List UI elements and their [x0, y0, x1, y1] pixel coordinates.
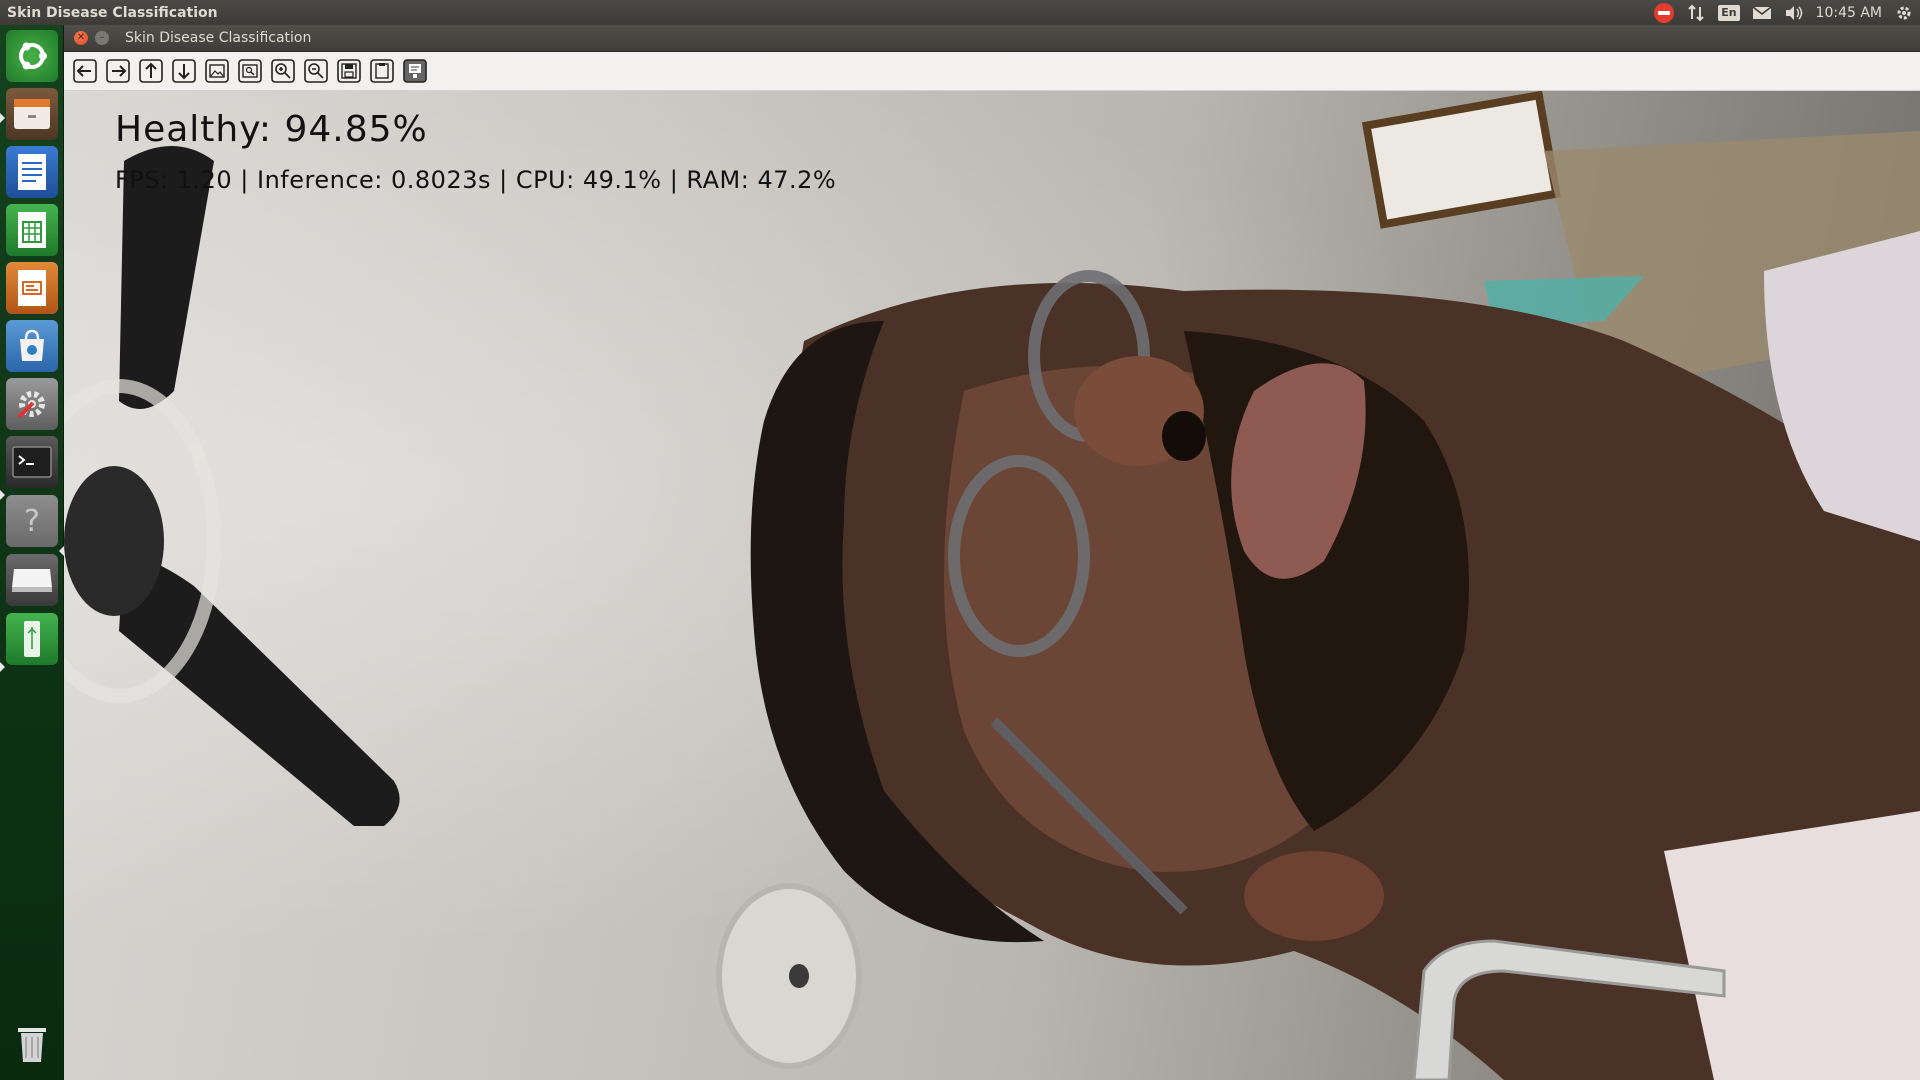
zoom-in-icon[interactable]: [270, 58, 296, 84]
clock[interactable]: 10:45 AM: [1816, 2, 1882, 24]
calc-icon[interactable]: [6, 204, 58, 256]
file-manager-icon[interactable]: [6, 88, 58, 140]
ceiling-rose-center: [789, 964, 809, 988]
properties-icon[interactable]: [402, 58, 428, 84]
minimize-icon: –: [99, 32, 105, 43]
arrow-up-icon[interactable]: [138, 58, 164, 84]
trash-icon[interactable]: [6, 1017, 58, 1069]
launcher: ?: [0, 25, 64, 1080]
top-panel: Skin Disease Classification En 10:45 AM: [0, 0, 1920, 25]
volume-icon[interactable]: [1784, 2, 1804, 24]
zoom-out-icon[interactable]: [303, 58, 329, 84]
camera-photo: [64, 91, 1920, 1080]
arrow-right-icon[interactable]: [105, 58, 131, 84]
stats-label: FPS: 1.20 | Inference: 0.8023s | CPU: 49…: [115, 166, 837, 194]
copy-icon[interactable]: [369, 58, 395, 84]
arrow-left-icon[interactable]: [72, 58, 98, 84]
app-title: Skin Disease Classification: [7, 4, 218, 21]
help-icon[interactable]: ?: [6, 495, 58, 547]
terminal-icon[interactable]: [6, 436, 58, 488]
image-icon[interactable]: [204, 58, 230, 84]
no-entry-icon[interactable]: [1654, 2, 1675, 24]
svg-text:?: ?: [24, 504, 40, 539]
image-zoom-icon[interactable]: [237, 58, 263, 84]
keyboard-layout-label: En: [1718, 4, 1740, 21]
close-icon: ✕: [76, 32, 86, 43]
fan-hub: [64, 466, 164, 616]
toolbar: [64, 52, 1920, 91]
keyboard-layout-icon[interactable]: En: [1718, 2, 1740, 24]
network-arrows-icon[interactable]: [1686, 2, 1706, 24]
minimize-button[interactable]: –: [95, 31, 109, 45]
ear: [1244, 851, 1384, 941]
arrow-down-icon[interactable]: [171, 58, 197, 84]
ubuntu-dash-icon[interactable]: [6, 30, 58, 82]
camera-frame: Healthy: 94.85% FPS: 1.20 | Inference: 0…: [64, 91, 1920, 1080]
nostril: [1162, 411, 1206, 461]
framed-picture: [1361, 91, 1561, 229]
close-button[interactable]: ✕: [74, 31, 88, 45]
mail-icon[interactable]: [1752, 2, 1772, 24]
gear-icon[interactable]: [1894, 2, 1914, 24]
impress-icon[interactable]: [6, 262, 58, 314]
writer-icon[interactable]: [6, 146, 58, 198]
prediction-label: Healthy: 94.85%: [115, 109, 428, 150]
disk-drive-icon[interactable]: [6, 554, 58, 606]
software-center-icon[interactable]: [6, 320, 58, 372]
usb-drive-icon[interactable]: [6, 613, 58, 665]
system-settings-icon[interactable]: [6, 378, 58, 430]
window-titlebar[interactable]: ✕ – Skin Disease Classification: [64, 25, 1920, 52]
save-icon[interactable]: [336, 58, 362, 84]
indicator-area: En 10:45 AM: [1654, 0, 1914, 25]
window-title: Skin Disease Classification: [125, 30, 312, 46]
